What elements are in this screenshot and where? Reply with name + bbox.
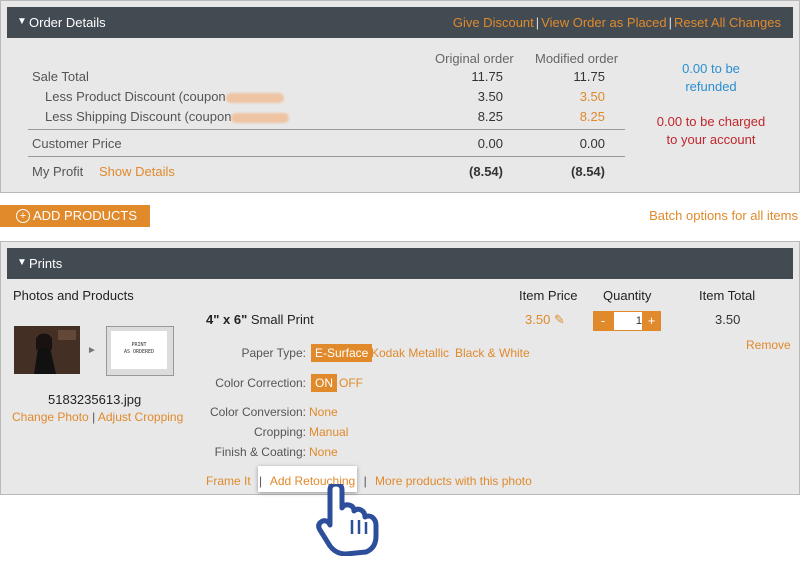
finish-coating-label: Finish & Coating: <box>214 445 306 459</box>
divider <box>28 129 625 130</box>
color-conversion-label: Color Conversion: <box>209 405 306 419</box>
preview-text-2: AS ORDERED <box>123 349 155 355</box>
link-separator: | <box>92 410 96 424</box>
shipping-discount-label: Less Shipping Discount (coupon <box>45 109 290 124</box>
collapse-icon[interactable]: ▼ <box>17 16 27 27</box>
charge-line-1: 0.00 to be charged <box>656 114 766 129</box>
col-item-total: Item Total <box>699 288 756 303</box>
color-conversion-value[interactable]: None <box>309 405 338 419</box>
print-preview-inner: PRINT AS ORDERED <box>111 331 167 369</box>
remove-link[interactable]: Remove <box>746 338 791 352</box>
preview-text-1: PRINT <box>131 342 147 348</box>
item-price-value: 3.50 <box>525 312 551 327</box>
batch-options-link[interactable]: Batch options for all items <box>649 208 798 223</box>
collapse-icon[interactable]: ▼ <box>17 257 27 268</box>
refund-line-2: refunded <box>685 79 737 94</box>
color-correction-on[interactable]: ON <box>311 374 337 392</box>
photo-image <box>14 326 80 374</box>
redacted-coupon <box>225 92 284 103</box>
refund-text: 0.00 to be refunded <box>641 60 781 96</box>
finish-coating-value[interactable]: None <box>309 445 338 459</box>
paper-option-e-surface[interactable]: E-Surface <box>311 344 373 362</box>
product-discount-text: Less Product Discount (coupon <box>45 89 226 104</box>
frame-it-link[interactable]: Frame It <box>206 474 251 488</box>
redacted-coupon <box>231 112 290 123</box>
paper-type-label: Paper Type: <box>241 346 307 360</box>
quantity-increment-button[interactable]: + <box>642 311 661 331</box>
product-size: 4" x 6" <box>206 312 248 327</box>
shipping-discount-text: Less Shipping Discount (coupon <box>45 109 232 124</box>
arrow-right-icon: ► <box>87 345 97 356</box>
my-profit-label: My Profit <box>32 164 84 179</box>
col-original-order: Original order <box>435 51 514 66</box>
product-discount-modified: 3.50 <box>579 89 605 104</box>
col-photos-products: Photos and Products <box>13 288 134 303</box>
product-title: 4" x 6" Small Print <box>206 312 314 327</box>
product-discount-original: 3.50 <box>477 89 503 104</box>
print-preview: PRINT AS ORDERED <box>106 326 174 376</box>
more-products-link[interactable]: More products with this photo <box>375 474 532 488</box>
order-details-title: Order Details <box>29 15 106 30</box>
sale-total-original: 11.75 <box>471 69 503 84</box>
link-separator: | <box>668 15 673 30</box>
charge-line-2: to your account <box>666 132 756 147</box>
customer-price-label: Customer Price <box>32 136 122 151</box>
order-details-header[interactable]: ▼ Order Details Give Discount | View Order… <box>7 7 793 38</box>
col-quantity: Quantity <box>603 288 652 303</box>
divider <box>28 156 625 157</box>
paper-option-kodak-metallic[interactable]: Kodak Metallic <box>371 346 449 360</box>
add-products-label: ADD PRODUCTS <box>33 208 138 223</box>
quantity-decrement-button[interactable]: - <box>593 311 613 331</box>
cropping-label: Cropping: <box>253 425 306 439</box>
refund-line-1: 0.00 to be <box>682 61 740 76</box>
prints-title: Prints <box>29 256 63 271</box>
change-photo-link[interactable]: Change Photo <box>12 410 89 424</box>
quantity-input[interactable]: 1 <box>613 311 643 331</box>
color-correction-label: Color Correction: <box>215 376 306 390</box>
give-discount-link[interactable]: Give Discount <box>453 15 534 30</box>
view-order-as-placed-link[interactable]: View Order as Placed <box>541 15 667 30</box>
photo-actions: Change Photo | Adjust Cropping <box>12 410 183 424</box>
quantity-stepper: - 1 + <box>593 311 661 331</box>
charge-text: 0.00 to be charged to your account <box>641 113 781 149</box>
link-separator: | <box>535 15 540 30</box>
photo-filename: 5183235613.jpg <box>48 392 142 407</box>
product-name: Small Print <box>250 312 314 327</box>
shipping-discount-original: 8.25 <box>477 109 503 124</box>
sale-total-label: Sale Total <box>32 69 89 84</box>
product-discount-label: Less Product Discount (coupon <box>45 89 284 104</box>
shipping-discount-modified: 8.25 <box>579 109 605 124</box>
customer-price-original: 0.00 <box>477 136 503 151</box>
sale-total-modified: 11.75 <box>573 69 605 84</box>
pencil-icon[interactable]: ✎ <box>554 312 565 327</box>
col-modified-order: Modified order <box>535 51 619 66</box>
adjust-cropping-link[interactable]: Adjust Cropping <box>98 410 183 424</box>
hand-pointer-icon <box>316 484 379 556</box>
my-profit-modified: (8.54) <box>571 164 605 179</box>
color-correction-off[interactable]: OFF <box>339 376 363 390</box>
my-profit-original: (8.54) <box>469 164 503 179</box>
item-price[interactable]: 3.50 ✎ <box>525 312 565 328</box>
order-details-links: Give Discount | View Order as Placed | Reset… <box>453 15 781 30</box>
plus-circle-icon: + <box>16 209 30 223</box>
customer-price-modified: 0.00 <box>579 136 605 151</box>
reset-all-changes-link[interactable]: Reset All Changes <box>674 15 781 30</box>
order-details-panel: ▼ Order Details Give Discount | View Order… <box>0 0 800 193</box>
col-item-price: Item Price <box>519 288 578 303</box>
show-details-link[interactable]: Show Details <box>99 164 175 179</box>
photo-thumbnail[interactable] <box>14 326 80 374</box>
paper-option-black-white[interactable]: Black & White <box>455 346 530 360</box>
add-products-button[interactable]: + ADD PRODUCTS <box>0 205 150 227</box>
cropping-value[interactable]: Manual <box>309 425 348 439</box>
paper-type-options: E-Surface Kodak Metallic Black & White <box>311 344 541 362</box>
link-separator: | <box>259 474 263 488</box>
prints-header[interactable]: ▼ Prints <box>7 248 793 279</box>
item-total: 3.50 <box>715 312 741 327</box>
color-correction-options: ON OFF <box>311 374 391 392</box>
